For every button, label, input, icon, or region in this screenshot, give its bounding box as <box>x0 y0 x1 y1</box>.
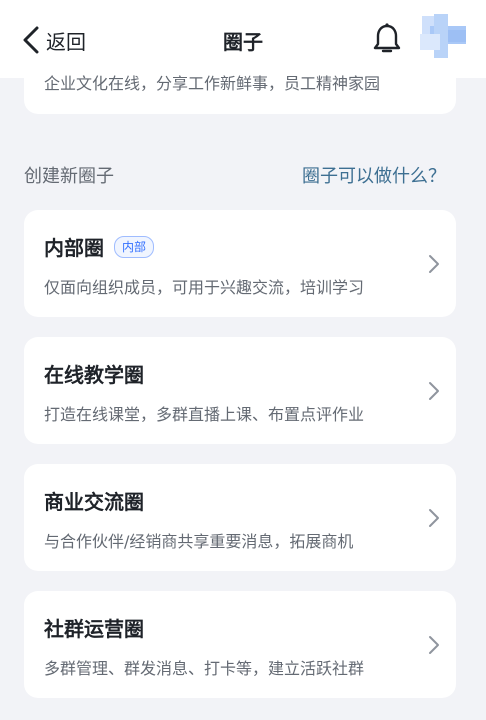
internal-badge: 内部 <box>114 235 155 258</box>
circle-title: 社群运营圈 <box>44 617 144 641</box>
back-button[interactable]: 返回 <box>22 24 86 56</box>
chevron-right-icon <box>429 636 439 654</box>
company-circle-card[interactable]: 企业文化在线，分享工作新鲜事，员工精神家园 <box>24 58 456 114</box>
chevron-right-icon <box>429 509 439 527</box>
circle-description: 与合作伙伴/经销商共享重要消息，拓展商机 <box>44 532 354 551</box>
circle-title: 商业交流圈 <box>44 490 144 514</box>
circle-card-business[interactable]: 商业交流圈 与合作伙伴/经销商共享重要消息，拓展商机 <box>24 464 456 571</box>
circle-description: 仅面向组织成员，可用于兴趣交流，培训学习 <box>44 278 365 297</box>
circle-card-internal[interactable]: 内部圈 内部 仅面向组织成员，可用于兴趣交流，培训学习 <box>24 210 456 317</box>
circle-card-community[interactable]: 社群运营圈 多群管理、群发消息、打卡等，建立活跃社群 <box>24 591 456 698</box>
circle-title: 内部圈 <box>44 236 104 260</box>
circle-card-teaching[interactable]: 在线教学圈 打造在线课堂，多群直播上课、布置点评作业 <box>24 337 456 444</box>
company-circle-description: 企业文化在线，分享工作新鲜事，员工精神家园 <box>44 74 381 93</box>
chevron-right-icon <box>429 255 439 273</box>
chevron-left-icon <box>23 26 39 54</box>
chevron-right-icon <box>429 382 439 400</box>
back-label: 返回 <box>46 29 86 54</box>
circle-title: 在线教学圈 <box>44 363 144 387</box>
circle-description: 打造在线课堂，多群直播上课、布置点评作业 <box>44 405 365 424</box>
circle-help-link[interactable]: 圈子可以做什么？ <box>302 162 446 188</box>
bell-icon[interactable] <box>372 22 402 56</box>
circle-description: 多群管理、群发消息、打卡等，建立活跃社群 <box>44 659 365 678</box>
section-title: 创建新圈子 <box>24 166 114 187</box>
